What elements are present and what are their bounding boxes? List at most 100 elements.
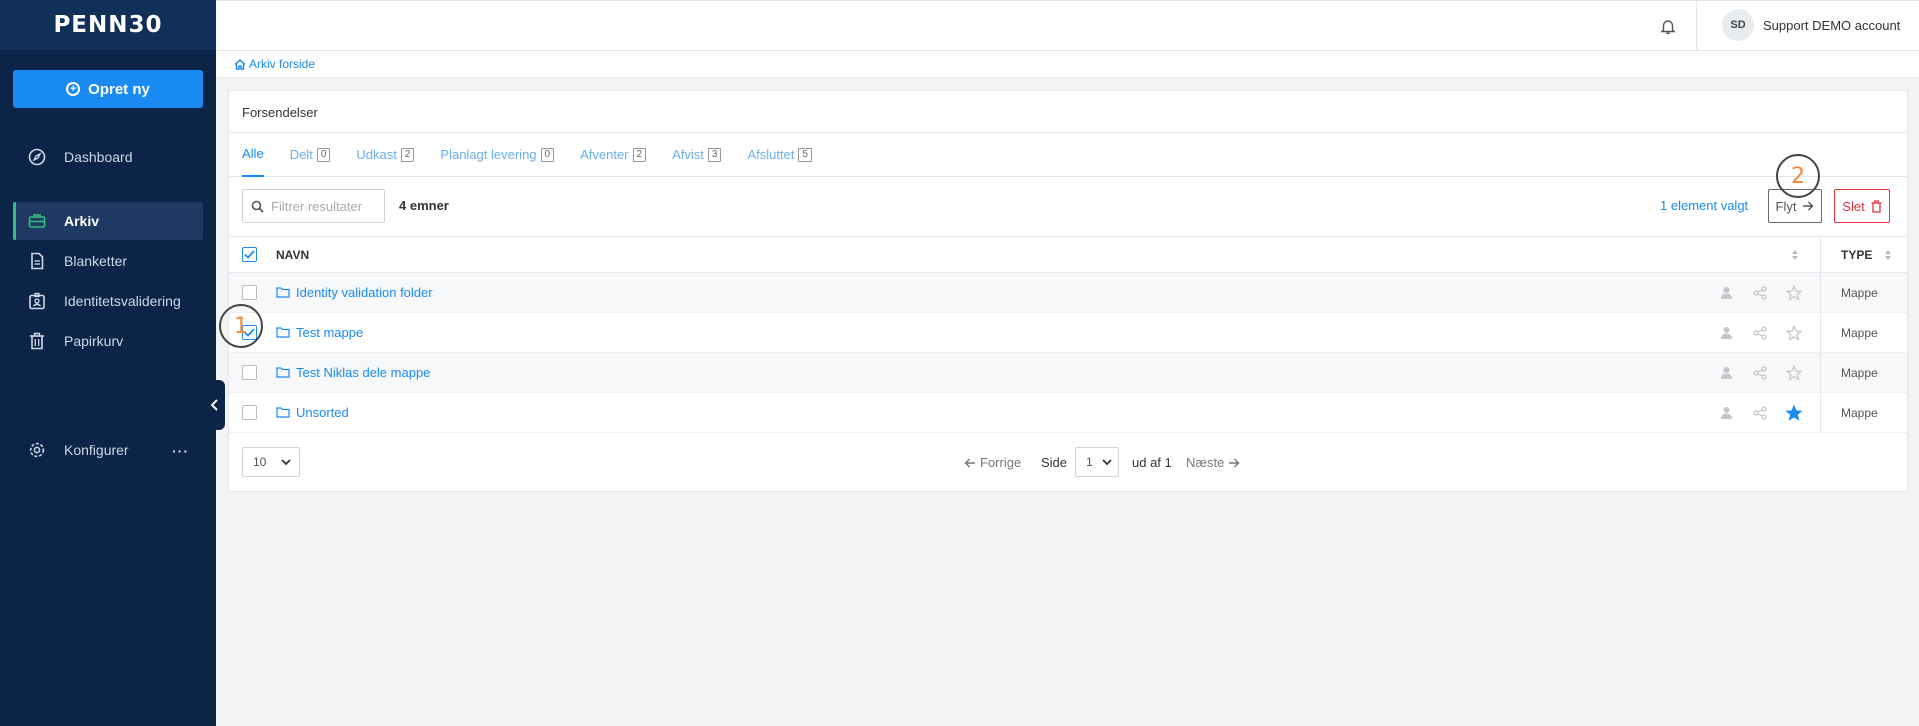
sidebar-item-dashboard[interactable]: Dashboard — [13, 138, 203, 176]
type-cell: Mappe — [1841, 326, 1878, 340]
bell-icon[interactable] — [1659, 17, 1677, 35]
tab-udkast[interactable]: Udkast 2 — [356, 133, 415, 177]
previous-page-button[interactable]: Forrige — [964, 455, 1021, 470]
tab-count-badge: 2 — [632, 147, 647, 162]
step-marker-2: 2 — [1776, 154, 1820, 198]
star-icon[interactable] — [1785, 284, 1803, 302]
tab-label: Planlagt levering — [440, 147, 537, 162]
checkmark-icon — [244, 250, 255, 259]
tab-delt[interactable]: Delt 0 — [290, 133, 331, 177]
document-icon — [28, 252, 46, 270]
row-checkbox[interactable] — [242, 365, 257, 380]
share-icon[interactable] — [1751, 284, 1769, 302]
column-header-type[interactable]: TYPE — [1841, 248, 1872, 262]
trash-icon — [1871, 199, 1882, 213]
row-checkbox[interactable] — [242, 285, 257, 300]
next-page-button[interactable]: Næste — [1186, 455, 1240, 470]
row-actions — [1717, 404, 1803, 422]
sidebar-item-konfigurer[interactable]: Konfigurer ··· — [13, 431, 203, 469]
current-page-value: 1 — [1086, 455, 1093, 469]
folder-link[interactable]: Identity validation folder — [276, 285, 433, 300]
collapse-sidebar-button[interactable] — [205, 380, 225, 430]
tab-label: Afventer — [580, 147, 629, 162]
per-page-select[interactable]: 10 — [242, 447, 300, 477]
sidebar-item-arkiv[interactable]: Arkiv — [13, 202, 203, 240]
account-menu[interactable]: SD Support DEMO account — [1722, 9, 1900, 41]
breadcrumb-bar: Arkiv forside — [216, 51, 1919, 78]
create-new-button[interactable]: + Opret ny — [13, 70, 203, 108]
sidebar-item-blanketter[interactable]: Blanketter — [13, 242, 203, 280]
tab-label: Udkast — [356, 147, 397, 162]
folder-link[interactable]: Test Niklas dele mappe — [276, 365, 430, 380]
briefcase-icon — [28, 212, 46, 230]
sidebar-item-label: Blanketter — [64, 253, 128, 269]
person-icon[interactable] — [1717, 324, 1735, 342]
tab-afsluttet[interactable]: Afsluttet 5 — [747, 133, 812, 177]
person-icon[interactable] — [1717, 284, 1735, 302]
per-page-value: 10 — [253, 455, 267, 469]
tab-afventer[interactable]: Afventer 2 — [580, 133, 647, 177]
tab-label: Afsluttet — [747, 147, 795, 162]
sidebar-item-papirkurv[interactable]: Papirkurv — [13, 322, 203, 360]
column-divider — [1820, 393, 1821, 432]
tab-afvist[interactable]: Afvist 3 — [672, 133, 722, 177]
page-select[interactable]: 1 — [1075, 447, 1119, 477]
table-row[interactable]: Test mappe Mappe — [229, 313, 1907, 353]
move-label: Flyt — [1775, 198, 1797, 214]
share-icon[interactable] — [1751, 364, 1769, 382]
folder-link[interactable]: Test mappe — [276, 325, 363, 340]
column-divider — [1820, 273, 1821, 312]
table-row[interactable]: Identity validation folder Mappe — [229, 273, 1907, 313]
divider — [1696, 1, 1697, 51]
tab-count-badge: 0 — [316, 147, 331, 162]
column-divider — [1820, 313, 1821, 352]
table-row[interactable]: Unsorted Mappe — [229, 393, 1907, 433]
filter-input[interactable] — [271, 198, 381, 214]
filter-field[interactable] — [242, 189, 385, 223]
status-tabs: Alle Delt 0 Udkast 2 Planlagt levering 0 Af… — [229, 133, 1907, 177]
sidebar-item-label: Papirkurv — [64, 333, 124, 349]
folder-icon — [276, 327, 290, 338]
folder-name: Test mappe — [296, 325, 364, 340]
tab-count-badge: 3 — [707, 147, 722, 162]
breadcrumb[interactable]: Arkiv forside — [234, 57, 315, 71]
row-checkbox[interactable] — [242, 405, 257, 420]
tab-alle[interactable]: Alle — [242, 133, 264, 177]
sidebar-item-label: Identitetsvalidering — [64, 293, 181, 309]
sort-icon[interactable] — [1791, 249, 1799, 261]
tab-label: Delt — [289, 147, 313, 162]
list-toolbar: 4 emner 1 element valgt Flyt Slet — [229, 177, 1907, 237]
sidebar-item-identitetsvalidering[interactable]: Identitetsvalidering — [13, 282, 203, 320]
next-label: Næste — [1186, 455, 1225, 470]
tab-count-badge: 0 — [540, 147, 555, 162]
column-header-name[interactable]: NAVN — [276, 248, 309, 262]
compass-icon — [28, 148, 46, 166]
plus-circle-icon: + — [66, 82, 81, 96]
gear-icon — [28, 441, 46, 459]
star-icon[interactable] — [1785, 324, 1803, 342]
table-header: NAVN TYPE — [229, 237, 1907, 273]
column-divider — [1820, 353, 1821, 392]
select-all-checkbox[interactable] — [242, 247, 257, 262]
person-icon[interactable] — [1717, 364, 1735, 382]
folder-link[interactable]: Unsorted — [276, 405, 349, 420]
delete-button[interactable]: Slet — [1834, 189, 1890, 223]
share-icon[interactable] — [1751, 404, 1769, 422]
star-filled-icon[interactable] — [1785, 404, 1803, 422]
breadcrumb-label: Arkiv forside — [249, 57, 316, 71]
share-icon[interactable] — [1751, 324, 1769, 342]
person-icon[interactable] — [1717, 404, 1735, 422]
logo-text: PENN30 — [53, 12, 163, 38]
shipments-card: Forsendelser Alle Delt 0 Udkast 2 Planlagt… — [228, 90, 1908, 492]
tab-planlagt-levering[interactable]: Planlagt levering 0 — [440, 133, 555, 177]
page-label: Side — [1041, 455, 1068, 470]
star-icon[interactable] — [1785, 364, 1803, 382]
selected-count-link[interactable]: 1 element valgt — [1660, 198, 1748, 213]
arrow-right-icon — [1229, 458, 1240, 467]
card-title: Forsendelser — [229, 91, 1907, 133]
trash-icon — [28, 332, 46, 350]
table-row[interactable]: Test Niklas dele mappe Mappe — [229, 353, 1907, 393]
brand-logo[interactable]: PENN30 — [0, 0, 216, 50]
sort-icon[interactable] — [1884, 249, 1892, 261]
more-options-icon[interactable]: ··· — [172, 443, 189, 459]
